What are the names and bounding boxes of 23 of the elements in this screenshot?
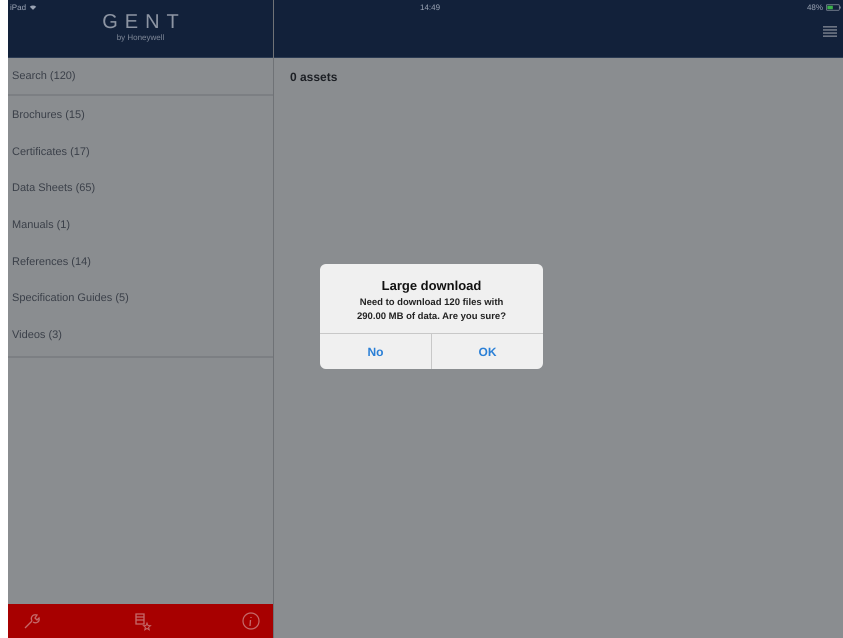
logo-title: GENT — [102, 12, 186, 32]
logo-subtitle: by Honeywell — [116, 33, 164, 42]
category-item[interactable]: Certificates (17) — [8, 134, 273, 170]
menu-icon[interactable] — [823, 26, 837, 37]
category-item[interactable]: Specification Guides (5) — [8, 280, 273, 318]
asset-count: 0 assets — [290, 70, 338, 84]
device-label: iPad — [10, 3, 26, 12]
info-icon[interactable] — [241, 611, 261, 631]
dialog-title: Large download — [380, 278, 482, 293]
category-item[interactable]: Brochures (15) — [8, 97, 273, 134]
category-item[interactable]: Manuals (1) — [8, 207, 273, 244]
ok-button[interactable]: OK — [431, 334, 543, 369]
clock-label: 14:49 — [420, 3, 440, 12]
dialog-message: Need to download 120 files with 290.00 MB of data. Are you sure? — [356, 296, 508, 324]
no-button[interactable]: No — [320, 334, 431, 369]
category-item[interactable]: Videos (3) — [8, 317, 273, 354]
battery-label: 48% — [806, 3, 823, 12]
category-item[interactable]: Data Sheets (65) — [8, 170, 273, 208]
wifi-icon — [29, 4, 38, 11]
search-item[interactable]: Search (120) — [8, 58, 273, 96]
category-item[interactable]: References (14) — [8, 244, 273, 280]
wrench-icon[interactable] — [22, 611, 42, 631]
battery-icon — [826, 4, 841, 11]
